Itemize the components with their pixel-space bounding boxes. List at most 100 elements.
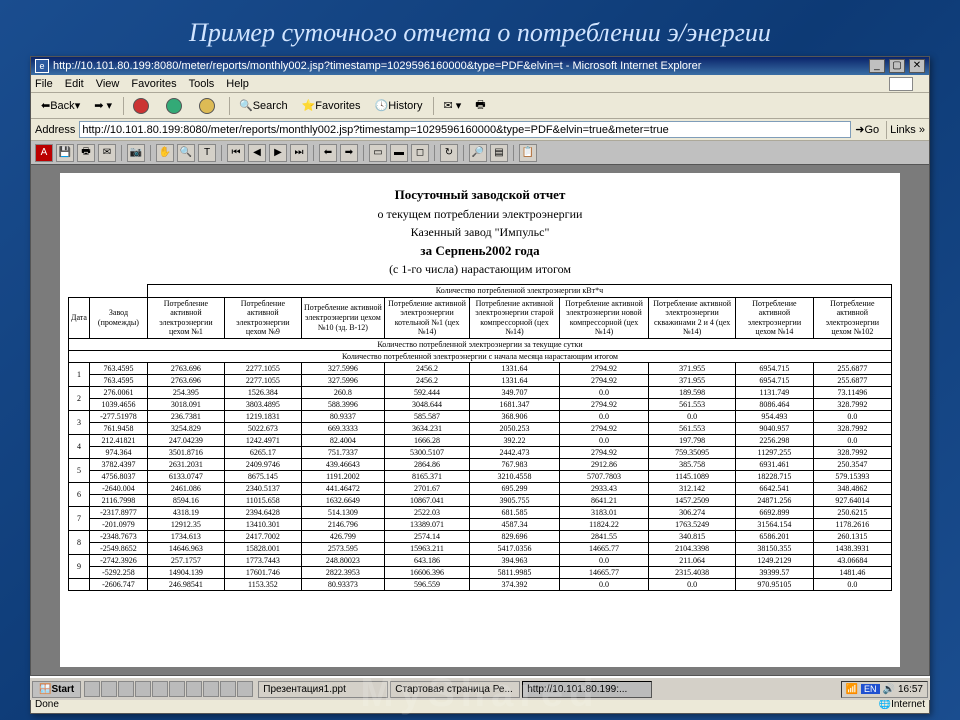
- address-input[interactable]: [79, 121, 851, 138]
- pdf-save-button[interactable]: 💾: [56, 144, 74, 162]
- cell: 759.35095: [649, 446, 736, 458]
- pdf-find-button[interactable]: 🔎: [469, 144, 487, 162]
- pdf-gofwd-button[interactable]: ➡: [340, 144, 358, 162]
- cell: 1457.2509: [649, 494, 736, 506]
- cell: 260.1315: [813, 530, 891, 542]
- quick-launch-icon[interactable]: [186, 681, 202, 697]
- menu-edit[interactable]: Edit: [65, 78, 84, 90]
- refresh-button[interactable]: [160, 95, 191, 117]
- menu-favorites[interactable]: Favorites: [131, 78, 176, 90]
- cell: 197.798: [649, 434, 736, 446]
- cell: 385.758: [649, 458, 736, 470]
- cell: 340.815: [649, 530, 736, 542]
- cell: -5292.258: [89, 566, 147, 578]
- pdf-mail-button[interactable]: ✉: [98, 144, 116, 162]
- zone-label: Internet: [891, 699, 925, 710]
- search-button[interactable]: 🔍 Search: [233, 96, 294, 115]
- row-number: 3: [69, 410, 90, 434]
- cell: 1191.2002: [301, 470, 384, 482]
- cell: 306.274: [649, 506, 736, 518]
- quick-launch-icon[interactable]: [84, 681, 100, 697]
- print-button[interactable]: 🖶: [469, 93, 491, 118]
- pdf-viewport[interactable]: Посуточный заводской отчет о текущем пот…: [31, 165, 929, 675]
- mail-button[interactable]: ✉ ▾: [437, 96, 467, 115]
- cell: 3501.8716: [147, 446, 224, 458]
- tray-icon[interactable]: 🔊: [883, 684, 895, 695]
- quick-launch-icon[interactable]: [169, 681, 185, 697]
- cell: -201.0979: [89, 518, 147, 530]
- stop-button[interactable]: [127, 95, 158, 117]
- pdf-last-button[interactable]: ⏭: [290, 144, 308, 162]
- quick-launch-icon[interactable]: [220, 681, 236, 697]
- tray-icon[interactable]: 📶: [846, 684, 858, 695]
- history-button[interactable]: 🕓 History: [369, 96, 429, 115]
- cell: 1666.28: [384, 434, 469, 446]
- table-row: -5292.25814904.13917601.7462822.39531660…: [69, 566, 892, 578]
- back-button[interactable]: ⬅ Back ▾: [35, 96, 86, 115]
- cell: 2456.2: [384, 374, 469, 386]
- cell: 2763.696: [147, 374, 224, 386]
- cell: 11824.22: [559, 518, 648, 530]
- menu-help[interactable]: Help: [226, 78, 249, 90]
- home-button[interactable]: [193, 95, 224, 117]
- pdf-next-button[interactable]: ▶: [269, 144, 287, 162]
- links-label[interactable]: Links: [890, 124, 916, 136]
- minimize-button[interactable]: _: [869, 59, 885, 73]
- cell: 1249.2129: [736, 554, 814, 566]
- pdf-zoomin-button[interactable]: 🔍: [177, 144, 195, 162]
- pdf-fitpage-button[interactable]: ▭: [369, 144, 387, 162]
- cell: 579.15393: [813, 470, 891, 482]
- go-button[interactable]: ➜ Go: [855, 123, 879, 136]
- pdf-search-button[interactable]: ▤: [490, 144, 508, 162]
- quick-launch-icon[interactable]: [135, 681, 151, 697]
- quick-launch-icon[interactable]: [101, 681, 117, 697]
- cell: 6265.17: [224, 446, 301, 458]
- taskbar-task[interactable]: Презентация1.ppt: [258, 681, 388, 698]
- row-number: 1: [69, 362, 90, 386]
- cell: 328.7992: [813, 422, 891, 434]
- cell: 6586.201: [736, 530, 814, 542]
- quick-launch-icon[interactable]: [203, 681, 219, 697]
- pdf-actual-button[interactable]: ◻: [411, 144, 429, 162]
- lang-indicator[interactable]: EN: [861, 684, 880, 694]
- cell: 6642.541: [736, 482, 814, 494]
- pdf-print-button[interactable]: 🖶: [77, 144, 95, 162]
- pdf-clipboard-button[interactable]: 📋: [519, 144, 537, 162]
- pdf-fitwidth-button[interactable]: ▬: [390, 144, 408, 162]
- quick-launch-icon[interactable]: [118, 681, 134, 697]
- table-band-2: Количество потребленной электроэнергии з…: [69, 338, 892, 350]
- forward-button[interactable]: ➡ ▾: [88, 96, 118, 115]
- cell: 596.559: [384, 578, 469, 590]
- cell: 13410.301: [224, 518, 301, 530]
- cell: 2417.7002: [224, 530, 301, 542]
- pdf-first-button[interactable]: ⏮: [227, 144, 245, 162]
- quick-launch-icon[interactable]: [237, 681, 253, 697]
- table-row: 1039.46563018.0913803.4895588.39963048.6…: [69, 398, 892, 410]
- cell: 0.0: [813, 578, 891, 590]
- menu-view[interactable]: View: [96, 78, 120, 90]
- close-button[interactable]: ✕: [909, 59, 925, 73]
- cell: 80.93373: [301, 578, 384, 590]
- taskbar-task-active[interactable]: http://10.101.80.199:...: [522, 681, 652, 698]
- cell: 441.46472: [301, 482, 384, 494]
- pdf-hand-button[interactable]: ✋: [156, 144, 174, 162]
- start-button[interactable]: 🪟 Start: [32, 681, 81, 698]
- menu-tools[interactable]: Tools: [189, 78, 215, 90]
- menu-file[interactable]: File: [35, 78, 53, 90]
- menu-bar: File Edit View Favorites Tools Help: [31, 75, 929, 93]
- cell: 257.1757: [147, 554, 224, 566]
- cell: 954.493: [736, 410, 814, 422]
- cell: 514.1309: [301, 506, 384, 518]
- pdf-select-button[interactable]: T: [198, 144, 216, 162]
- pdf-prev-button[interactable]: ◀: [248, 144, 266, 162]
- windows-taskbar: 🪟 Start Презентация1.ppt Стартовая стран…: [30, 676, 930, 700]
- cell: 3782.4397: [89, 458, 147, 470]
- pdf-rotate-button[interactable]: ↻: [440, 144, 458, 162]
- taskbar-task[interactable]: Стартовая страница Ре...: [390, 681, 520, 698]
- pdf-camera-button[interactable]: 📷: [127, 144, 145, 162]
- quick-launch-icon[interactable]: [152, 681, 168, 697]
- pdf-goback-button[interactable]: ⬅: [319, 144, 337, 162]
- cell: 1331.64: [470, 362, 560, 374]
- favorites-button[interactable]: ⭐ Favorites: [296, 96, 367, 115]
- maximize-button[interactable]: ▢: [889, 59, 905, 73]
